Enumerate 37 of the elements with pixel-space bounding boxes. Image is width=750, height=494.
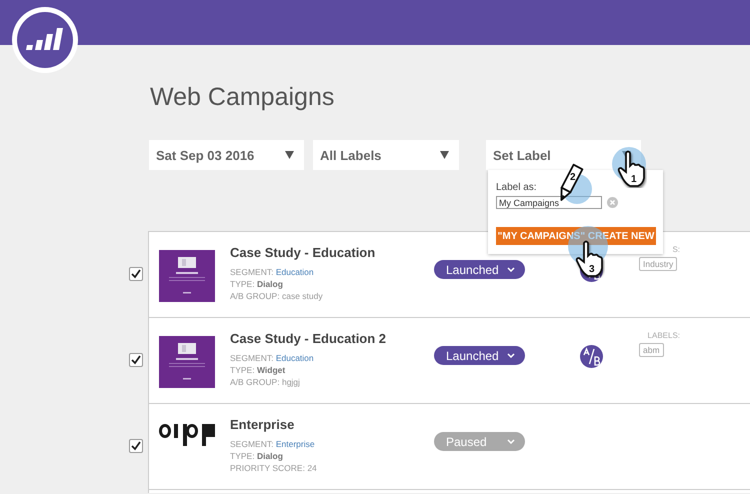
type-value: Dialog (256, 451, 283, 461)
labels-heading: LABELS: (648, 331, 680, 340)
step-number: 1 (631, 174, 637, 185)
campaign-row[interactable]: Case Study - Education 2 SEGMENT: Education TYPE: Widget A/B GROUP: hgjgj Launched LABELS: abm (148, 317, 750, 403)
campaign-title: Case Study - Education (230, 245, 376, 260)
type-value: Widget (256, 365, 286, 375)
type-value: Dialog (256, 279, 283, 289)
segment-label: SEGMENT: (230, 267, 274, 277)
status-dropdown[interactable]: Launched (434, 260, 525, 279)
step-number: 3 (589, 264, 595, 275)
label-caption: Label as: (496, 182, 537, 193)
meta-value: hgjgj (282, 377, 300, 387)
segment-label: SEGMENT: (230, 353, 274, 363)
segment-link[interactable]: Education (276, 353, 314, 363)
meta-label: PRIORITY SCORE: (230, 463, 305, 473)
type-label: TYPE: (230, 451, 255, 461)
labels-heading: S: (672, 245, 680, 254)
step-number: 2 (570, 172, 576, 183)
filter-dropdown[interactable]: All Labels (313, 140, 459, 170)
meta-label: A/B GROUP: (230, 377, 280, 387)
meta-label: A/B GROUP: (230, 291, 280, 301)
meta-value: case study (282, 291, 323, 301)
meta-value: 24 (307, 463, 317, 473)
label-tag: abm (639, 343, 664, 357)
segment-link[interactable]: Education (276, 267, 314, 277)
segment-label: SEGMENT: (230, 439, 274, 449)
campaign-row[interactable]: Enterprise SEGMENT: Enterprise TYPE: Dialog PRIORITY SCORE: 24 Paused (148, 403, 750, 489)
page-title: Web Campaigns (150, 82, 336, 112)
type-label: TYPE: (230, 279, 255, 289)
campaign-title: Enterprise (230, 417, 296, 432)
create-label-button[interactable]: "MY CAMPAIGNS" CREATE NEW (496, 227, 656, 245)
status-dropdown[interactable]: Launched (434, 346, 525, 365)
label-tag: Industry (639, 257, 678, 271)
type-label: TYPE: (230, 365, 255, 375)
segment-link[interactable]: Enterprise (276, 439, 315, 449)
campaign-title: Case Study - Education 2 (230, 331, 388, 346)
filter-dropdown[interactable]: Sat Sep 03 2016 (149, 140, 304, 170)
